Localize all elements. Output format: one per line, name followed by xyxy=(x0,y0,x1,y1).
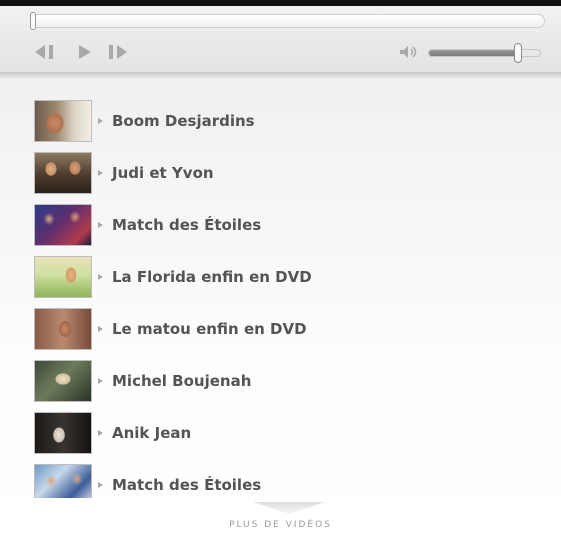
divider xyxy=(0,72,561,80)
arrow-icon xyxy=(98,118,103,124)
video-thumbnail[interactable] xyxy=(34,152,92,194)
playlist-item[interactable]: Judi et Yvon xyxy=(34,151,514,195)
playlist-item[interactable]: La Florida enfin en DVD xyxy=(34,255,514,299)
playlist-item[interactable]: Anik Jean xyxy=(34,411,514,455)
video-playlist: Boom Desjardins Judi et Yvon Match des É… xyxy=(0,80,561,537)
video-thumbnail[interactable] xyxy=(34,412,92,454)
next-button[interactable] xyxy=(106,41,132,63)
volume-handle[interactable] xyxy=(514,43,523,63)
video-title[interactable]: Judi et Yvon xyxy=(112,164,214,182)
arrow-icon xyxy=(98,482,103,488)
playlist-item[interactable]: Michel Boujenah xyxy=(34,359,514,403)
more-videos-link[interactable]: PLUS DE VIDÉOS xyxy=(0,520,561,530)
video-thumbnail[interactable] xyxy=(34,308,92,350)
video-title[interactable]: Match des Étoiles xyxy=(112,216,261,234)
progress-bar[interactable] xyxy=(31,14,545,28)
video-title[interactable]: La Florida enfin en DVD xyxy=(112,268,312,286)
more-videos-area: PLUS DE VIDÉOS xyxy=(0,498,561,537)
player-controls xyxy=(0,6,561,72)
video-title[interactable]: Le matou enfin en DVD xyxy=(112,320,307,338)
playlist-item[interactable]: Match des Étoiles xyxy=(34,203,514,247)
video-title[interactable]: Match des Étoiles xyxy=(112,476,261,494)
arrow-icon xyxy=(98,326,103,332)
playlist-item[interactable]: Le matou enfin en DVD xyxy=(34,307,514,351)
volume-slider[interactable] xyxy=(428,49,541,57)
volume-level xyxy=(429,50,518,56)
video-thumbnail[interactable] xyxy=(34,360,92,402)
arrow-icon xyxy=(98,430,103,436)
video-title[interactable]: Michel Boujenah xyxy=(112,372,251,390)
next-icon xyxy=(109,45,127,59)
video-title[interactable]: Boom Desjardins xyxy=(112,112,255,130)
chevron-down-icon[interactable] xyxy=(253,502,325,516)
video-thumbnail[interactable] xyxy=(34,256,92,298)
arrow-icon xyxy=(98,274,103,280)
video-thumbnail[interactable] xyxy=(34,204,92,246)
progress-handle[interactable] xyxy=(30,12,36,30)
video-title[interactable]: Anik Jean xyxy=(112,424,191,442)
play-icon xyxy=(79,45,91,59)
previous-icon xyxy=(35,45,53,59)
arrow-icon xyxy=(98,170,103,176)
video-thumbnail[interactable] xyxy=(34,100,92,142)
play-button[interactable] xyxy=(75,41,95,63)
playlist-item[interactable]: Boom Desjardins xyxy=(34,99,514,143)
arrow-icon xyxy=(98,222,103,228)
volume-icon[interactable] xyxy=(398,44,420,60)
arrow-icon xyxy=(98,378,103,384)
previous-button[interactable] xyxy=(32,41,62,63)
